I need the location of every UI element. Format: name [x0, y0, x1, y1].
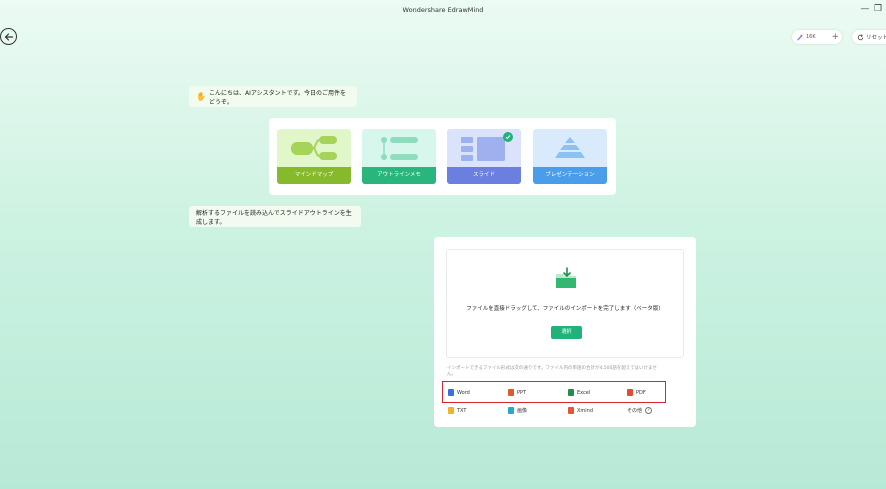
- folder-import-icon: [556, 267, 576, 288]
- import-panel: ファイルを直接ドラッグして、ファイルのインポートを完了します（ベータ版） 選択 …: [434, 237, 696, 427]
- mode-label: アウトラインメモ: [362, 167, 436, 184]
- title-bar: Wondershare EdrawMind — ❐: [0, 0, 886, 20]
- excel-file-icon: [568, 389, 574, 396]
- credits-pill[interactable]: 16K +: [792, 30, 842, 44]
- format-pdf: PDF: [627, 389, 646, 396]
- restore-icon[interactable]: ❐: [872, 3, 884, 15]
- format-label: TXT: [457, 407, 467, 414]
- mode-label: プレゼンテーション: [533, 167, 607, 184]
- image-file-icon: [508, 407, 514, 414]
- mode-card-outline[interactable]: アウトラインメモ: [362, 129, 436, 184]
- format-xmind: Xmind: [568, 407, 593, 414]
- ppt-file-icon: [508, 389, 514, 396]
- txt-file-icon: [448, 407, 454, 414]
- word-file-icon: [448, 389, 454, 396]
- supported-formats-note: インポートできるファイル形式は次の通りです。ファイル内の単語の合計が4,500語…: [447, 366, 657, 377]
- ai-credits-icon: [797, 34, 803, 40]
- xmind-file-icon: [568, 407, 574, 414]
- mode-label: スライド: [447, 167, 521, 184]
- mode-label: マインドマップ: [277, 167, 351, 184]
- outline-icon: [381, 137, 418, 160]
- format-label: 画像: [517, 408, 528, 414]
- format-txt: TXT: [448, 407, 466, 414]
- format-label: Word: [457, 389, 470, 396]
- format-label: Xmind: [577, 407, 594, 414]
- format-label: PPT: [517, 389, 527, 396]
- greeting-text: こんにちは、AIアシスタントです。今日のご用件をどうぞ。: [208, 89, 347, 106]
- format-word: Word: [448, 389, 470, 396]
- format-others[interactable]: その他 ?: [627, 407, 653, 414]
- credits-count: 16K: [806, 34, 816, 40]
- file-drop-zone[interactable]: ファイルを直接ドラッグして、ファイルのインポートを完了します（ベータ版） 選択: [446, 249, 684, 358]
- format-excel: Excel: [568, 389, 590, 396]
- format-image: 画像: [508, 407, 527, 414]
- help-icon[interactable]: ?: [645, 407, 653, 414]
- selected-check-icon: [503, 132, 513, 142]
- app-title: Wondershare EdrawMind: [402, 6, 484, 14]
- mode-card-slide[interactable]: スライド: [447, 129, 521, 184]
- mode-selection-panel: マインドマップ アウトラインメモ スライド プレゼンテーション: [269, 118, 616, 195]
- pdf-file-icon: [627, 389, 633, 396]
- hint-text: 解析するファイルを読み込んでスライドアウトラインを生成します。: [196, 209, 352, 226]
- format-label: Excel: [577, 389, 591, 396]
- arrow-left-icon: [4, 32, 13, 41]
- presentation-icon: [555, 137, 585, 158]
- reset-button[interactable]: リセット: [852, 30, 886, 44]
- select-file-button[interactable]: 選択: [551, 326, 582, 339]
- reset-label: リセット: [866, 35, 886, 41]
- others-label: その他: [627, 408, 643, 414]
- mode-card-presentation[interactable]: プレゼンテーション: [533, 129, 607, 184]
- format-label: PDF: [636, 389, 646, 396]
- mode-card-mindmap[interactable]: マインドマップ: [277, 129, 351, 184]
- add-credits-button[interactable]: +: [831, 31, 839, 43]
- assistant-greeting: ✋ こんにちは、AIアシスタントです。今日のご用件をどうぞ。: [189, 86, 357, 107]
- assistant-hint: 解析するファイルを読み込んでスライドアウトラインを生成します。: [189, 206, 361, 227]
- refresh-icon: [857, 33, 864, 40]
- drop-instruction: ファイルを直接ドラッグして、ファイルのインポートを完了します（ベータ版）: [466, 306, 664, 312]
- minimize-icon[interactable]: —: [859, 3, 871, 15]
- mindmap-icon: [291, 136, 337, 160]
- back-button[interactable]: [0, 28, 17, 45]
- wave-hand-icon: ✋: [196, 92, 206, 101]
- format-ppt: PPT: [508, 389, 526, 396]
